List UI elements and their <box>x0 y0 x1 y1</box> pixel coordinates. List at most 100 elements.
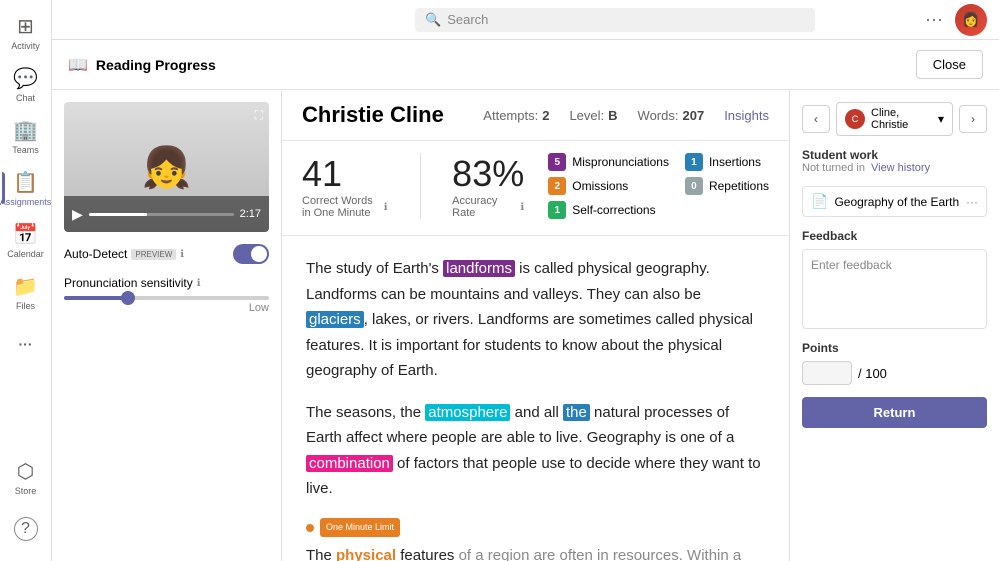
user-avatar[interactable]: 👩 <box>955 4 987 36</box>
student-mini-avatar: C <box>845 109 865 129</box>
points-title: Points <box>802 341 987 355</box>
sidebar-item-activity[interactable]: ⊞ Activity <box>2 8 50 56</box>
accuracy-stat: 83% Accuracy Rate ℹ <box>452 153 524 219</box>
student-meta: Attempts: 2 Level: B Words: 207 Insights <box>483 108 769 123</box>
mispronunciations-error: 5 Mispronunciations <box>548 153 669 171</box>
auto-detect-row: Auto-Detect PREVIEW ℹ <box>64 244 269 264</box>
level-label: Level: <box>569 108 604 123</box>
sidebar-item-files[interactable]: 📁 Files <box>2 268 50 316</box>
preview-badge: PREVIEW <box>131 249 176 260</box>
auto-detect-info-icon[interactable]: ℹ <box>180 249 184 260</box>
help-icon: ? <box>14 517 38 541</box>
video-thumbnail: 👧 ⛶ ▶ 2:17 <box>64 102 269 232</box>
more-options-icon[interactable]: ··· <box>925 9 943 30</box>
attempts-meta: Attempts: 2 <box>483 108 549 123</box>
marker-dot <box>306 524 314 532</box>
points-row: / 100 <box>802 361 987 385</box>
activity-icon: ⊞ <box>17 14 34 39</box>
stats-row: 41 Correct Words in One Minute ℹ 83% Acc… <box>282 141 789 236</box>
highlight-atmosphere: atmosphere <box>425 404 510 421</box>
words-meta: Words: 207 <box>638 108 705 123</box>
attempts-label: Attempts: <box>483 108 538 123</box>
points-input[interactable] <box>802 361 852 385</box>
student-work-title: Student work <box>802 148 987 162</box>
sensitivity-end-label: Low <box>249 302 269 314</box>
feedback-input[interactable]: Enter feedback <box>802 249 987 329</box>
student-work-section: Student work Not turned in View history <box>802 148 987 174</box>
content-row: 👧 ⛶ ▶ 2:17 Auto-Detect PREVIEW ℹ <box>52 90 999 561</box>
not-turned-in-label: Not turned in <box>802 162 865 174</box>
repetitions-badge: 0 <box>685 177 703 195</box>
words-label: Words: <box>638 108 679 123</box>
omissions-label: Omissions <box>572 179 628 193</box>
left-panel: 👧 ⛶ ▶ 2:17 Auto-Detect PREVIEW ℹ <box>52 90 282 561</box>
student-header: Christie Cline Attempts: 2 Level: B Word… <box>282 90 789 141</box>
auto-detect-label: Auto-Detect <box>64 247 127 261</box>
sidebar-item-teams[interactable]: 🏢 Teams <box>2 112 50 160</box>
assignment-icon: 📄 <box>811 193 828 210</box>
sidebar-item-store[interactable]: ⬡ Store <box>2 453 50 501</box>
level-value: B <box>608 108 617 123</box>
self-corrections-badge: 1 <box>548 201 566 219</box>
repetitions-label: Repetitions <box>709 179 769 193</box>
auto-detect-toggle[interactable] <box>233 244 269 264</box>
video-time: 2:17 <box>240 208 261 220</box>
sensitivity-info-icon[interactable]: ℹ <box>197 278 201 289</box>
close-button[interactable]: Close <box>916 50 983 79</box>
student-select-name: Cline, Christie <box>871 107 932 131</box>
feedback-placeholder: Enter feedback <box>811 258 892 272</box>
video-controls: ▶ 2:17 <box>64 196 269 232</box>
topbar: 🔍 Search ··· 👩 <box>52 0 999 40</box>
sidebar-item-assignments[interactable]: 📋 Assignments <box>2 164 50 212</box>
self-corrections-label: Self-corrections <box>572 203 655 217</box>
chevron-down-icon: ▾ <box>938 112 944 126</box>
slider-fill <box>64 296 126 300</box>
correct-words-info-icon[interactable]: ℹ <box>384 202 388 213</box>
omissions-badge: 2 <box>548 177 566 195</box>
return-button[interactable]: Return <box>802 397 987 428</box>
student-navigation: ‹ C Cline, Christie ▾ › <box>802 102 987 136</box>
store-icon: ⬡ <box>17 459 34 484</box>
mispronunciations-badge: 5 <box>548 153 566 171</box>
one-minute-marker: One Minute Limit <box>320 518 400 537</box>
student-selector[interactable]: C Cline, Christie ▾ <box>836 102 953 136</box>
sidebar-item-calendar[interactable]: 📅 Calendar <box>2 216 50 264</box>
chat-icon: 💬 <box>13 66 38 91</box>
topbar-right: ··· 👩 <box>925 4 987 36</box>
highlight-glaciers: glaciers <box>306 311 364 328</box>
assignment-item: 📄 Geography of the Earth ··· <box>802 186 987 217</box>
sidebar-item-chat[interactable]: 💬 Chat <box>2 60 50 108</box>
next-student-button[interactable]: › <box>959 105 987 133</box>
level-meta: Level: B <box>569 108 617 123</box>
sidebar-item-more[interactable]: ··· <box>2 320 50 368</box>
sensitivity-label: Pronunciation sensitivity <box>64 276 193 290</box>
page-title: Reading Progress <box>96 57 216 73</box>
calendar-icon: 📅 <box>13 222 38 247</box>
sidebar-item-help[interactable]: ? <box>2 505 50 553</box>
attempts-value: 2 <box>542 108 549 123</box>
error-col-2: 1 Insertions 0 Repetitions <box>685 153 769 219</box>
view-history-link[interactable]: View history <box>871 162 930 174</box>
expand-icon[interactable]: ⛶ <box>255 108 263 123</box>
reading-paragraph-1: The study of Earth's landforms is called… <box>306 256 765 384</box>
play-button[interactable]: ▶ <box>72 206 83 223</box>
repetitions-error: 0 Repetitions <box>685 177 769 195</box>
more-icon: ··· <box>19 336 33 352</box>
self-corrections-error: 1 Self-corrections <box>548 201 669 219</box>
insights-link[interactable]: Insights <box>724 108 769 123</box>
files-icon: 📁 <box>13 274 38 299</box>
student-name: Christie Cline <box>302 102 444 128</box>
sensitivity-slider[interactable] <box>64 296 269 300</box>
accuracy-info-icon[interactable]: ℹ <box>520 202 524 213</box>
reading-paragraph-2: The seasons, the atmosphere and all the … <box>306 400 765 502</box>
search-bar[interactable]: 🔍 Search <box>415 8 815 32</box>
search-placeholder: Search <box>447 12 488 27</box>
search-icon: 🔍 <box>425 12 441 28</box>
prev-student-button[interactable]: ‹ <box>802 105 830 133</box>
error-badges: 5 Mispronunciations 2 Omissions 1 Self-c… <box>548 153 769 219</box>
highlight-physical: physical <box>336 547 396 561</box>
toggle-knob <box>251 246 267 262</box>
insertions-badge: 1 <box>685 153 703 171</box>
assignment-more-button[interactable]: ··· <box>966 195 978 209</box>
points-max-label: / 100 <box>858 366 887 381</box>
